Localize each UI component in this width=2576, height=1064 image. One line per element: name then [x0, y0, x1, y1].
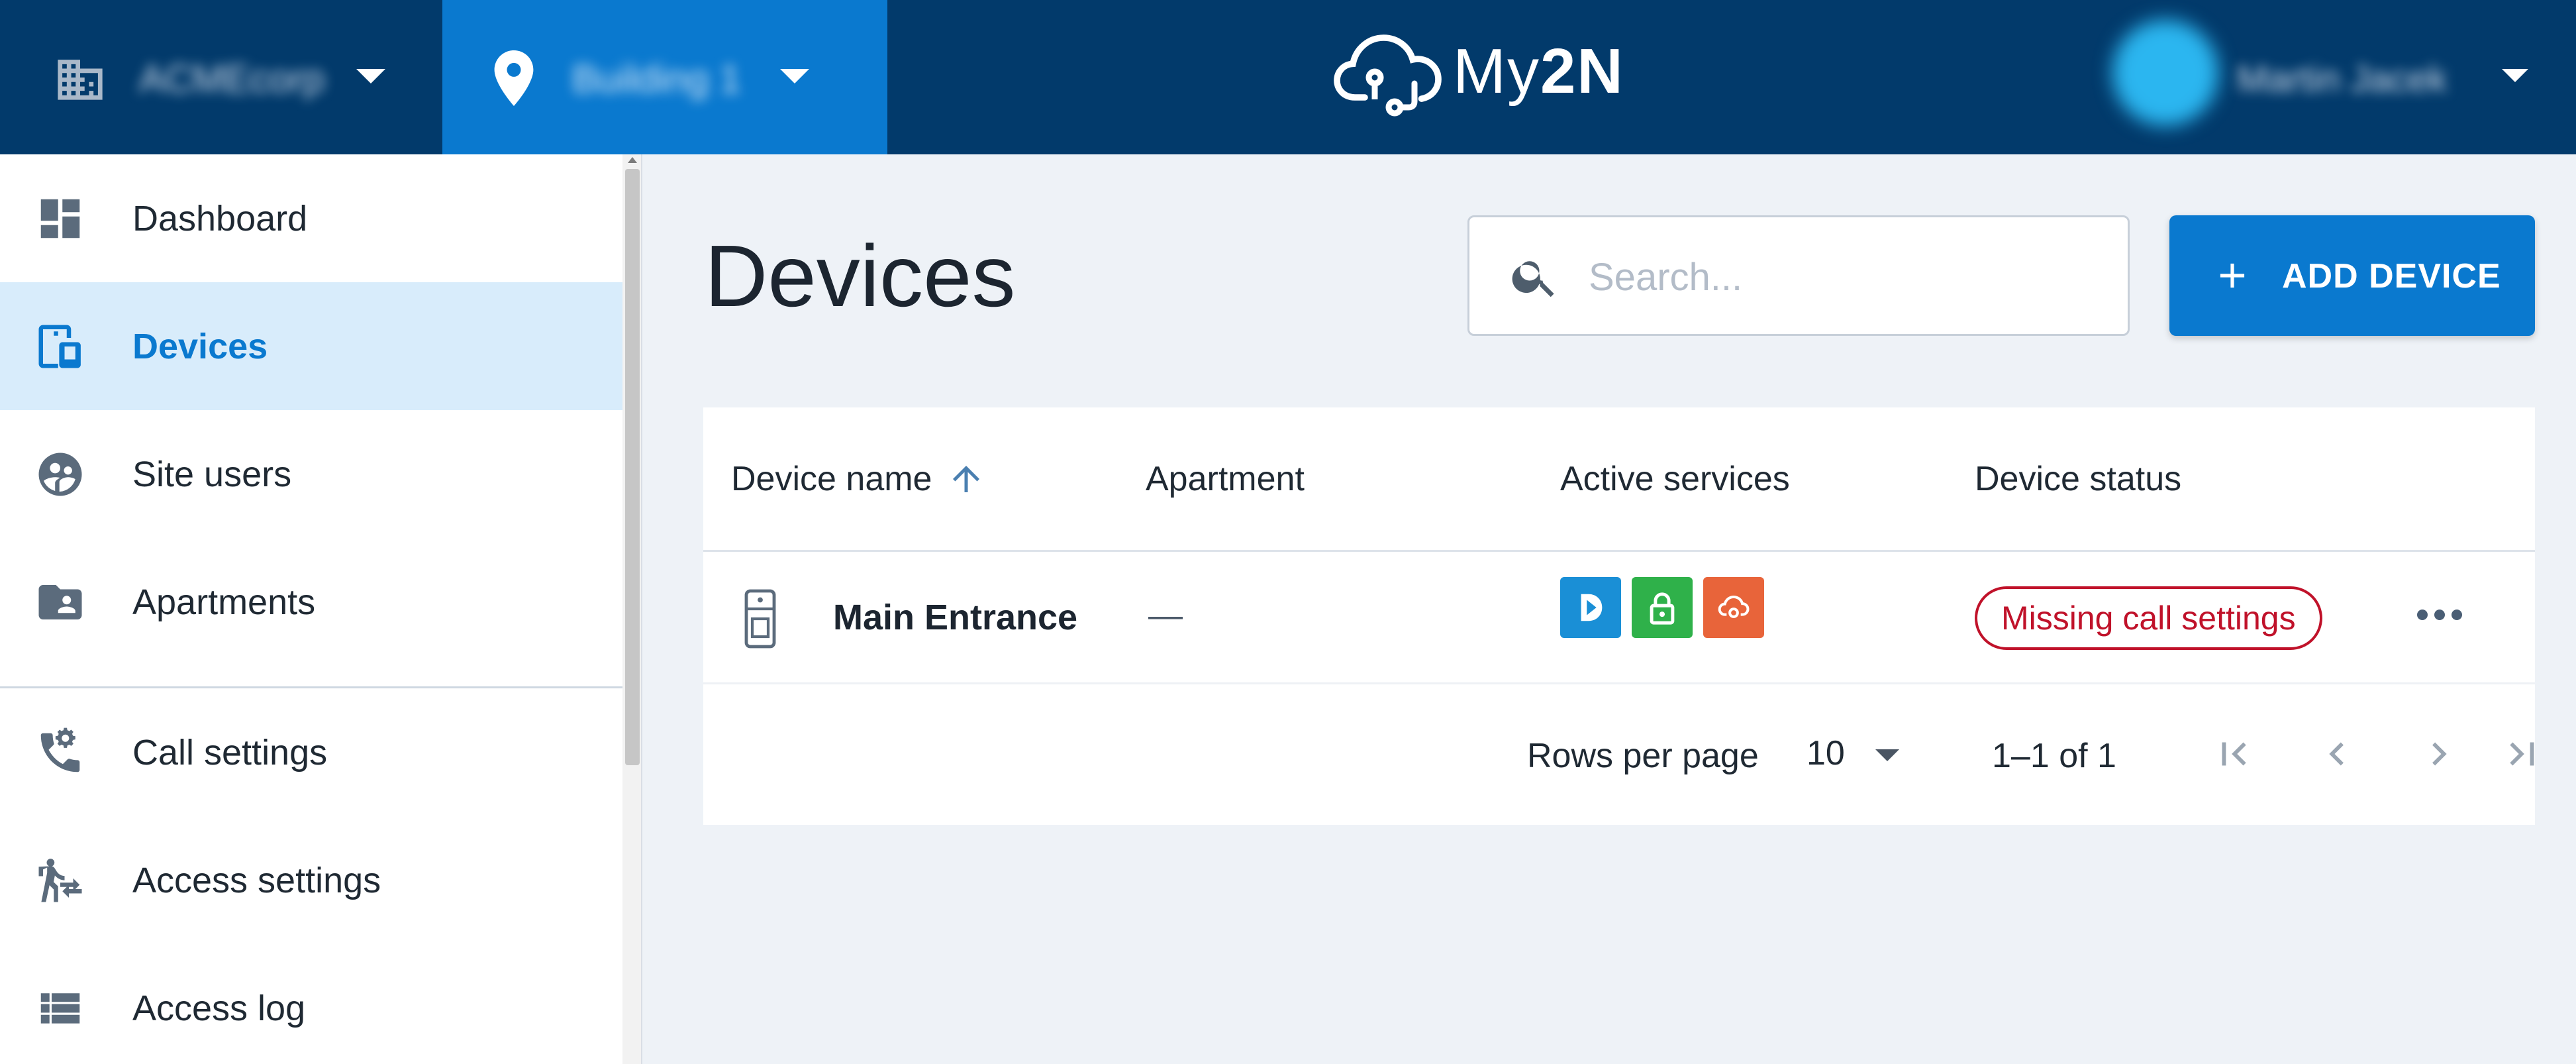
- column-header-apartment[interactable]: Apartment: [1146, 407, 1305, 550]
- device-name[interactable]: Main Entrance: [833, 597, 1077, 638]
- rows-per-page-label: Rows per page: [1527, 737, 1759, 775]
- more-options-icon[interactable]: [2413, 605, 2466, 625]
- logo-text: My2N: [1453, 36, 1624, 107]
- company-selector[interactable]: ACMEcorp: [0, 0, 442, 154]
- location-pin-icon: [494, 50, 534, 106]
- sidebar-item-label: Dashboard: [132, 198, 308, 239]
- sidebar-item-apartments[interactable]: Apartments: [0, 538, 622, 666]
- last-page-icon[interactable]: [2499, 731, 2546, 777]
- devices-table: Device name Apartment Active services De…: [703, 407, 2535, 825]
- search-icon: [1512, 261, 1554, 297]
- status-badge: Missing call settings: [1975, 586, 2322, 650]
- apartments-icon: [38, 585, 82, 619]
- search-box[interactable]: [1467, 215, 2130, 336]
- access-settings-icon: [38, 859, 82, 902]
- cloud-logo-icon: [1334, 34, 1442, 117]
- pagination: Rows per page 10 1–1 of 1: [703, 684, 2535, 825]
- chevron-down-icon: [780, 69, 809, 83]
- sidebar-item-access-settings[interactable]: Access settings: [0, 816, 622, 944]
- my2n-app-icon: [1560, 577, 1621, 638]
- previous-page-icon[interactable]: [2314, 731, 2360, 777]
- add-device-button[interactable]: ADD DEVICE: [2169, 215, 2535, 336]
- scrollbar-thumb[interactable]: [625, 169, 640, 765]
- company-name: ACMEcorp: [139, 58, 325, 101]
- table-row[interactable]: Main Entrance — Missing call settings: [703, 552, 2535, 684]
- site-selector[interactable]: Building 1: [442, 0, 887, 154]
- sort-ascending-icon[interactable]: [946, 459, 986, 499]
- avatar: [2112, 20, 2218, 126]
- cloud-settings-icon: [1703, 577, 1764, 638]
- rows-per-page-select[interactable]: 10: [1807, 733, 1845, 773]
- chevron-down-icon[interactable]: [1875, 749, 1899, 761]
- sidebar-item-call-settings[interactable]: Call settings: [0, 688, 622, 816]
- sidebar-item-site-users[interactable]: Site users: [0, 410, 622, 538]
- my2n-logo: My2N: [1331, 25, 1624, 118]
- access-log-icon: [40, 993, 80, 1024]
- intercom-device-icon: [744, 589, 776, 649]
- column-header-active-services[interactable]: Active services: [1560, 407, 1790, 550]
- page-title: Devices: [705, 227, 1016, 325]
- devices-icon: [38, 325, 81, 368]
- next-page-icon[interactable]: [2416, 731, 2462, 777]
- sidebar-item-devices[interactable]: Devices: [0, 282, 622, 410]
- site-name: Building 1: [572, 58, 741, 101]
- sidebar-item-label: Access settings: [132, 860, 381, 900]
- chevron-down-icon: [2502, 69, 2528, 82]
- main-content: Devices ADD DEVICE Device name Apartment…: [644, 154, 2576, 1064]
- dashboard-icon: [40, 199, 80, 239]
- call-settings-icon: [40, 727, 80, 772]
- column-header-device-status[interactable]: Device status: [1975, 407, 2181, 550]
- sidebar-item-label: Devices: [132, 326, 268, 366]
- add-device-label: ADD DEVICE: [2282, 257, 2501, 295]
- top-bar: ACMEcorp Building 1 My2N Martin Jacek: [0, 0, 2576, 154]
- sidebar: Dashboard Devices Site users Apartments …: [0, 154, 622, 1064]
- sidebar-item-access-log[interactable]: Access log: [0, 944, 622, 1064]
- sidebar-scrollbar[interactable]: [622, 154, 642, 1064]
- first-page-icon[interactable]: [2210, 731, 2257, 777]
- sidebar-item-label: Call settings: [132, 732, 328, 772]
- site-users-icon: [38, 452, 82, 496]
- user-name: Martin Jacek: [2237, 58, 2448, 99]
- sidebar-item-label: Access log: [132, 988, 306, 1028]
- user-menu[interactable]: Martin Jacek: [2112, 0, 2576, 154]
- sidebar-item-label: Apartments: [132, 582, 316, 622]
- lock-icon: [1632, 577, 1693, 638]
- sidebar-item-dashboard[interactable]: Dashboard: [0, 154, 622, 282]
- column-header-device-name[interactable]: Device name: [731, 407, 986, 550]
- apartment-value: —: [1148, 596, 1183, 635]
- building-icon: [58, 60, 103, 100]
- chevron-down-icon: [356, 69, 385, 83]
- sidebar-item-label: Site users: [132, 454, 292, 494]
- plus-icon: [2220, 263, 2245, 288]
- scroll-up-arrow-icon[interactable]: [628, 157, 637, 163]
- pagination-range: 1–1 of 1: [1992, 737, 2116, 775]
- search-input[interactable]: [1589, 244, 2105, 310]
